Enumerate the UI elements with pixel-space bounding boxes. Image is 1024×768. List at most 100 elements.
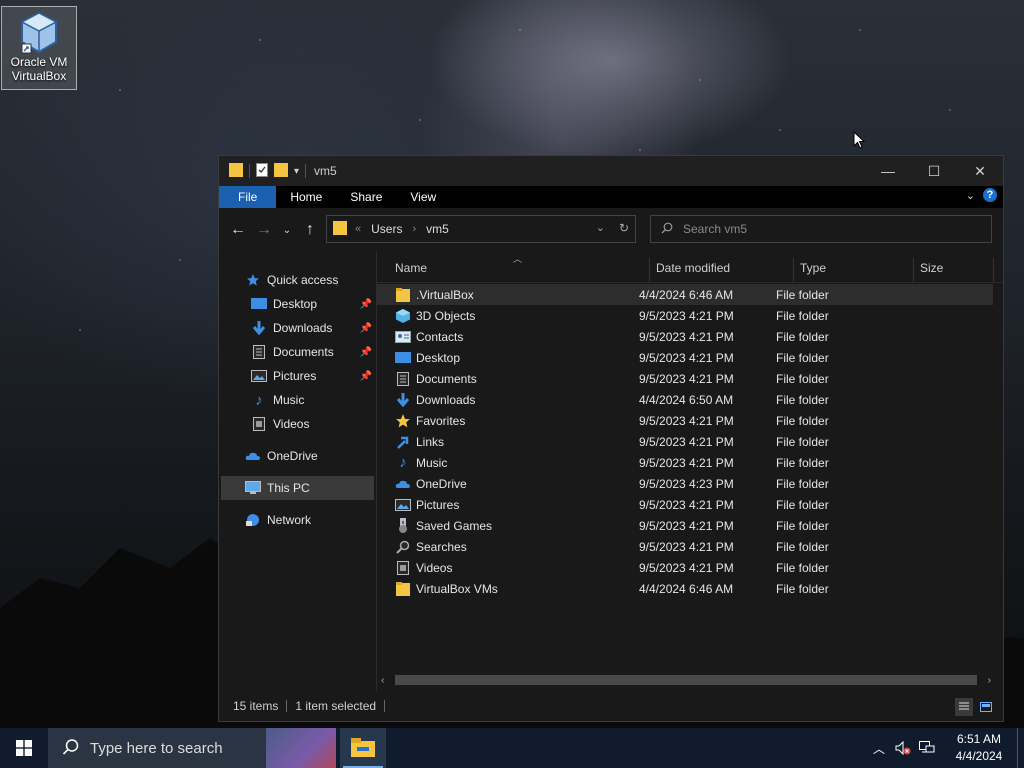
windows-logo-icon <box>16 740 32 756</box>
file-row-downloads[interactable]: Downloads 4/4/2024 6:50 AM File folder <box>377 389 1003 410</box>
file-row-favorites[interactable]: Favorites 9/5/2023 4:21 PM File folder <box>377 410 1003 431</box>
file-type: File folder <box>776 518 829 533</box>
file-row-3d-objects[interactable]: 3D Objects 9/5/2023 4:21 PM File folder <box>377 305 1003 326</box>
favorites-icon <box>395 413 411 429</box>
links-icon <box>395 434 411 450</box>
file-row-documents[interactable]: Documents 9/5/2023 4:21 PM File folder <box>377 368 1003 389</box>
nav-this-pc[interactable]: This PC <box>221 476 374 500</box>
volume-muted-icon[interactable] <box>893 728 913 768</box>
file-row-searches[interactable]: Searches 9/5/2023 4:21 PM File folder <box>377 536 1003 557</box>
file-row-onedrive[interactable]: OneDrive 9/5/2023 4:23 PM File folder <box>377 473 1003 494</box>
recent-locations-button[interactable]: ⌄ <box>277 225 297 236</box>
nav-label: Documents <box>273 345 334 359</box>
details-view-button[interactable] <box>955 698 973 716</box>
scroll-left-icon[interactable]: ‹ <box>381 675 384 686</box>
nav-item-documents[interactable]: Documents 📌 <box>219 340 376 364</box>
breadcrumb-separator-icon[interactable]: › <box>412 223 416 235</box>
column-header-type[interactable]: Type <box>794 258 914 282</box>
file-row-saved-games[interactable]: Saved Games 9/5/2023 4:21 PM File folder <box>377 515 1003 536</box>
tab-share[interactable]: Share <box>336 186 396 208</box>
show-hidden-icons-icon[interactable]: ︿ <box>869 728 889 768</box>
file-row-pictures[interactable]: Pictures 9/5/2023 4:21 PM File folder <box>377 494 1003 515</box>
file-type: File folder <box>776 413 829 428</box>
search-box[interactable] <box>650 215 992 243</box>
customize-toolbar-icon[interactable]: ▾ <box>294 166 299 177</box>
videos-icon <box>395 560 411 576</box>
file-date: 4/4/2024 6:46 AM <box>639 581 734 596</box>
title-bar[interactable]: ▾ vm5 — ☐ ✕ <box>219 156 1003 186</box>
breadcrumb-users[interactable]: Users <box>371 222 402 236</box>
nav-item-downloads[interactable]: Downloads 📌 <box>219 316 376 340</box>
maximize-button[interactable]: ☐ <box>911 156 957 186</box>
nav-label: This PC <box>267 481 310 495</box>
refresh-icon[interactable]: ↻ <box>619 221 629 235</box>
file-name: Contacts <box>416 329 464 344</box>
tab-file[interactable]: File <box>219 186 277 208</box>
file-name-cell: 3D Objects <box>377 308 632 324</box>
file-name: Music <box>416 455 448 470</box>
file-name-cell: Links <box>377 434 632 450</box>
nav-label: Videos <box>273 417 310 431</box>
scroll-right-icon[interactable]: › <box>988 675 991 686</box>
taskbar-search-box[interactable] <box>48 728 336 768</box>
new-folder-icon[interactable] <box>274 162 288 181</box>
forward-button[interactable]: → <box>251 221 277 239</box>
file-row-links[interactable]: Links 9/5/2023 4:21 PM File folder <box>377 431 1003 452</box>
tab-home[interactable]: Home <box>276 186 336 208</box>
file-row-virtualbox-vms[interactable]: VirtualBox VMs 4/4/2024 6:46 AM File folde… <box>377 578 1003 599</box>
desktop-shortcut-virtualbox[interactable]: Oracle VM VirtualBox <box>1 6 77 90</box>
column-header-date[interactable]: Date modified <box>650 258 794 282</box>
tab-view[interactable]: View <box>396 186 450 208</box>
star-icon <box>245 272 261 288</box>
file-explorer-window: ▾ vm5 — ☐ ✕ File Home Share View ⌄ ? ← →… <box>218 155 1004 722</box>
back-button[interactable]: ← <box>225 221 251 239</box>
pin-icon: 📌 <box>359 322 372 334</box>
status-selection: 1 item selected <box>287 700 386 712</box>
help-button[interactable]: ? <box>983 188 997 202</box>
file-name: VirtualBox VMs <box>416 581 498 596</box>
nav-network[interactable]: Network <box>219 508 376 532</box>
file-row-virtualbox[interactable]: .VirtualBox 4/4/2024 6:46 AM File folder <box>377 284 993 305</box>
file-row-music[interactable]: ♪ Music 9/5/2023 4:21 PM File folder <box>377 452 1003 473</box>
file-name: Favorites <box>416 413 466 428</box>
minimize-button[interactable]: — <box>865 156 911 186</box>
nav-item-videos[interactable]: Videos <box>219 412 376 436</box>
expand-ribbon-icon[interactable]: ⌄ <box>966 189 975 202</box>
file-date: 9/5/2023 4:21 PM <box>639 350 734 365</box>
file-row-contacts[interactable]: Contacts 9/5/2023 4:21 PM File folder <box>377 326 1003 347</box>
file-row-desktop[interactable]: Desktop 9/5/2023 4:21 PM File folder <box>377 347 1003 368</box>
taskbar-file-explorer[interactable] <box>340 728 386 768</box>
search-input[interactable] <box>681 221 965 237</box>
documents-icon <box>395 371 411 387</box>
desktop-icon <box>395 350 411 366</box>
network-status-icon[interactable] <box>917 728 937 768</box>
mouse-cursor-icon <box>853 131 865 149</box>
breadcrumb-vm5[interactable]: vm5 <box>426 222 449 236</box>
nav-quick-access[interactable]: Quick access <box>219 268 376 292</box>
close-button[interactable]: ✕ <box>957 156 1003 186</box>
nav-item-desktop[interactable]: Desktop 📌 <box>219 292 376 316</box>
scrollbar-thumb[interactable] <box>395 675 977 685</box>
nav-item-music[interactable]: ♪ Music <box>219 388 376 412</box>
up-button[interactable]: ↑ <box>297 221 323 239</box>
address-overflow-icon[interactable]: « <box>355 223 361 235</box>
start-button[interactable] <box>0 728 48 768</box>
show-desktop-button[interactable] <box>1017 728 1024 768</box>
file-name: Saved Games <box>416 518 493 533</box>
column-header-size[interactable]: Size <box>914 258 994 282</box>
large-icons-view-button[interactable] <box>977 698 995 716</box>
file-row-videos[interactable]: Videos 9/5/2023 4:21 PM File folder <box>377 557 1003 578</box>
documents-icon <box>251 344 267 360</box>
properties-icon[interactable] <box>256 162 268 180</box>
nav-label: Downloads <box>273 321 333 335</box>
nav-label: Pictures <box>273 369 317 383</box>
nav-onedrive[interactable]: OneDrive <box>219 444 376 468</box>
nav-item-pictures[interactable]: Pictures 📌 <box>219 364 376 388</box>
3d-objects-icon <box>395 308 411 324</box>
nav-label: Desktop <box>273 297 318 311</box>
address-bar[interactable]: « Users › vm5 ⌄ ↻ <box>326 215 636 243</box>
system-clock[interactable]: 6:51 AM 4/4/2024 <box>941 731 1017 765</box>
taskbar-search-input[interactable] <box>88 738 292 758</box>
address-dropdown-icon[interactable]: ⌄ <box>596 221 605 235</box>
horizontal-scrollbar[interactable]: ‹ › <box>377 673 995 687</box>
